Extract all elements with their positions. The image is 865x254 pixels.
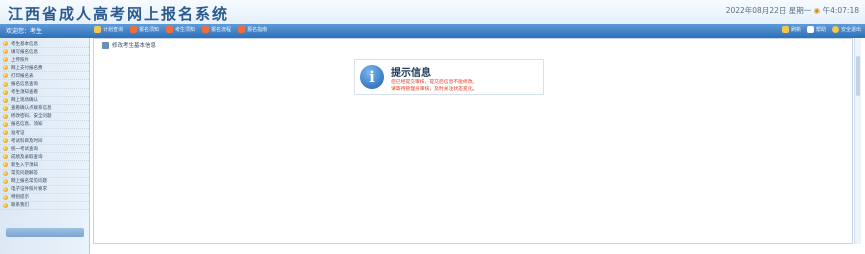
sidebar-item[interactable]: 特别提示 xyxy=(0,194,89,202)
candidate-icon xyxy=(166,26,174,33)
page-heading: 修改考生基本信息 xyxy=(102,41,156,49)
sidebar-item[interactable]: 上传照片 xyxy=(0,56,89,65)
bullet-icon xyxy=(3,170,8,176)
sidebar-item[interactable]: 考生须知查看 xyxy=(0,89,89,97)
bullet-icon xyxy=(3,138,8,144)
bullet-icon xyxy=(3,113,8,119)
page-title: 修改考生基本信息 xyxy=(112,43,157,49)
sidebar-item[interactable]: 网上报名常见问题 xyxy=(0,178,89,186)
sidebar-item[interactable]: 打印报名表 xyxy=(0,72,89,81)
sidebar-item[interactable]: 统一考试查询 xyxy=(0,145,89,154)
bullet-icon xyxy=(3,105,8,111)
sidebar-item[interactable]: 准考证 xyxy=(0,129,89,138)
bullet-icon xyxy=(3,81,8,87)
logout-button[interactable]: 安全退出 xyxy=(831,26,861,33)
site-title: 江西省成人高考网上报名系统 xyxy=(8,5,230,23)
toolbar-plan-link[interactable]: 计划查询 xyxy=(94,26,123,33)
bullet-icon xyxy=(3,97,8,103)
vertical-scrollbar[interactable] xyxy=(854,38,861,244)
header-bar: 江西省成人高考网上报名系统 2022年08月22日 星期一 ◉ 午4:07:18 xyxy=(0,0,865,24)
sidebar-item[interactable]: 网上支付报名费 xyxy=(0,64,89,73)
bullet-icon xyxy=(3,121,8,127)
toolbar-candidate-link[interactable]: 考生须知 xyxy=(166,26,195,33)
bullet-icon xyxy=(3,89,8,95)
plan-icon xyxy=(94,26,101,33)
sidebar-item[interactable]: 电子证件照片要求 xyxy=(0,186,89,194)
left-sidebar: 考生基本信息 填写报名信息 上传照片 网上支付报名费 打印报名表 报名信息查询 … xyxy=(0,38,90,254)
toolbar-flow-link[interactable]: 报名流程 xyxy=(202,26,231,33)
bullet-icon xyxy=(3,57,8,63)
bullet-icon xyxy=(3,202,8,208)
logout-icon xyxy=(831,26,839,33)
date-text: 2022年08月22日 星期一 xyxy=(725,6,812,15)
sidebar-item[interactable]: 考试科目及时间 xyxy=(0,137,89,146)
info-icon: i xyxy=(360,65,384,89)
sidebar-item[interactable]: 修改密码、安全问题 xyxy=(0,113,89,121)
bullet-icon xyxy=(3,41,8,47)
notice-icon xyxy=(130,26,138,33)
flow-icon xyxy=(202,26,210,33)
scrollbar-thumb[interactable] xyxy=(856,56,860,96)
sidebar-item[interactable]: 报名信息、须知 xyxy=(0,121,89,130)
sidebar-item[interactable]: 报名信息查询 xyxy=(0,80,89,89)
bullet-icon xyxy=(3,162,8,168)
app-window: 江西省成人高考网上报名系统 2022年08月22日 星期一 ◉ 午4:07:18… xyxy=(0,0,865,254)
main-content: 修改考生基本信息 i 提示信息 您已经提交审核，提交后信息不能修改。 请等待管理… xyxy=(93,38,853,244)
sidebar-item[interactable]: 查看确认点联系信息 xyxy=(0,105,89,113)
help-icon xyxy=(806,26,814,33)
sidebar-item[interactable]: 常见问题解答 xyxy=(0,170,89,178)
sidebar-item[interactable]: 新生入学须知 xyxy=(0,161,89,170)
bullet-icon xyxy=(3,73,8,79)
bullet-icon xyxy=(3,130,8,136)
notice-box: i 提示信息 您已经提交审核，提交后信息不能修改。 请等待管理员审核，及时关注状… xyxy=(354,59,544,95)
user-edit-icon xyxy=(102,41,109,49)
notice-message-line-2: 请等待管理员审核，及时关注状态变化。 xyxy=(391,87,478,92)
time-text: 午4:07:18 xyxy=(822,6,859,15)
refresh-icon xyxy=(781,26,789,33)
bullet-icon xyxy=(3,65,8,71)
notice-message-line-1: 您已经提交审核，提交后信息不能修改。 xyxy=(391,80,478,85)
toolbar-guide-link[interactable]: 报名指南 xyxy=(238,26,267,33)
datetime-display: 2022年08月22日 星期一 ◉ 午4:07:18 xyxy=(726,5,859,16)
clock-icon: ◉ xyxy=(813,6,821,15)
sidebar-item[interactable]: 成绩及录取查询 xyxy=(0,153,89,162)
sidebar-item[interactable]: 填写报名信息 xyxy=(0,48,89,57)
help-button[interactable]: 帮助 xyxy=(806,26,826,33)
sidebar-menu: 考生基本信息 填写报名信息 上传照片 网上支付报名费 打印报名表 报名信息查询 … xyxy=(0,38,89,210)
bullet-icon xyxy=(3,49,8,55)
notice-title: 提示信息 xyxy=(391,68,431,79)
bullet-icon xyxy=(3,154,8,160)
bullet-icon xyxy=(3,146,8,152)
user-greeting: 欢迎您：考生 xyxy=(6,28,43,35)
bullet-icon xyxy=(3,186,8,192)
sidebar-item[interactable]: 网上现场确认 xyxy=(0,97,89,105)
toolbar-left-group: 计划查询 报名须知 考生须知 报名流程 报名指南 xyxy=(94,26,267,33)
toolbar-right-group: 刷新 帮助 安全退出 xyxy=(781,26,861,33)
bullet-icon xyxy=(3,194,8,200)
sidebar-item[interactable]: 考生基本信息 xyxy=(0,40,89,49)
sidebar-footer xyxy=(6,228,84,237)
guide-icon xyxy=(238,26,246,33)
refresh-button[interactable]: 刷新 xyxy=(781,26,801,33)
sidebar-item[interactable]: 联系我们 xyxy=(0,202,89,210)
top-toolbar: 欢迎您：考生 计划查询 报名须知 考生须知 报名流程 报名指南 刷新 帮助 安全… xyxy=(0,24,865,38)
bullet-icon xyxy=(3,178,8,184)
toolbar-notice-link[interactable]: 报名须知 xyxy=(130,26,159,33)
